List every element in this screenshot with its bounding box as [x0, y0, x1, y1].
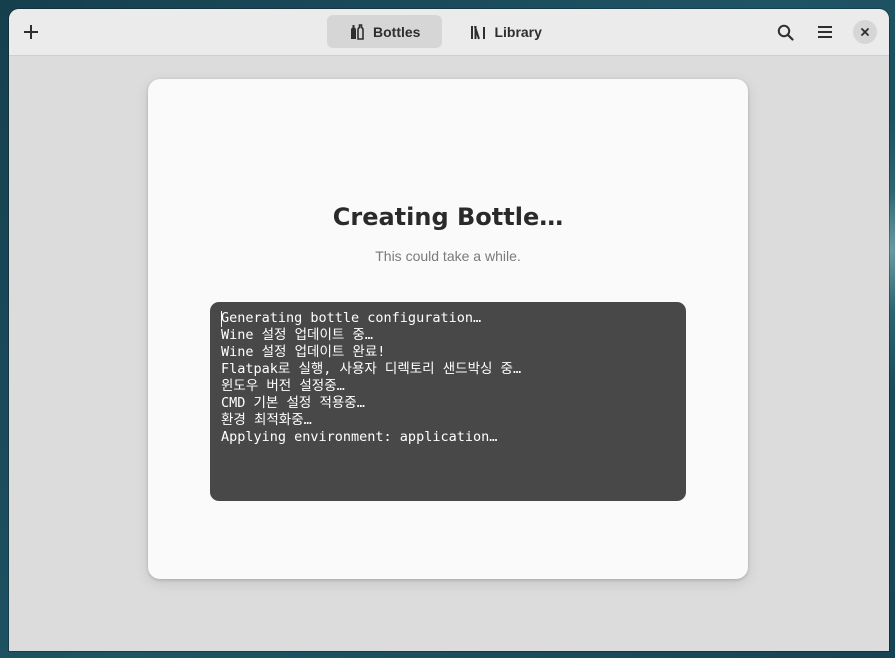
plus-icon [24, 25, 38, 39]
creation-log-output[interactable]: Generating bottle configuration… Wine 설정… [210, 302, 686, 501]
log-line: Applying environment: application… [221, 429, 498, 445]
search-button[interactable] [769, 16, 801, 48]
search-icon [777, 24, 794, 41]
hamburger-menu-icon [818, 26, 832, 38]
tab-library-label: Library [494, 23, 542, 40]
view-switcher: Bottles Library [327, 15, 564, 48]
log-line: Wine 설정 업데이트 완료! [221, 344, 386, 360]
close-window-button[interactable] [849, 16, 881, 48]
headerbar: Bottles Library [9, 9, 889, 56]
main-menu-button[interactable] [809, 16, 841, 48]
tab-bottles-label: Bottles [373, 23, 421, 40]
creating-bottle-dialog: Creating Bottle… This could take a while… [148, 79, 748, 579]
dialog-title: Creating Bottle… [332, 203, 564, 231]
bottles-icon [351, 23, 364, 40]
tab-library[interactable]: Library [448, 15, 563, 48]
close-icon [853, 20, 877, 44]
tab-bottles[interactable]: Bottles [327, 15, 443, 48]
log-line: CMD 기본 설정 적용중… [221, 395, 365, 411]
library-icon [471, 25, 486, 39]
add-bottle-button[interactable] [15, 16, 47, 48]
log-line: 윈도우 버전 설정중… [221, 378, 345, 394]
dialog-subtitle: This could take a while. [375, 248, 521, 264]
log-line: Wine 설정 업데이트 중… [221, 327, 373, 343]
log-line: 환경 최적화중… [221, 412, 312, 428]
app-window: Bottles Library Creating Bottle… This co… [9, 9, 889, 651]
text-caret [221, 311, 222, 327]
log-line: Generating bottle configuration… [221, 310, 482, 326]
log-line: Flatpak로 실행, 사용자 디렉토리 샌드박싱 중… [221, 361, 522, 377]
